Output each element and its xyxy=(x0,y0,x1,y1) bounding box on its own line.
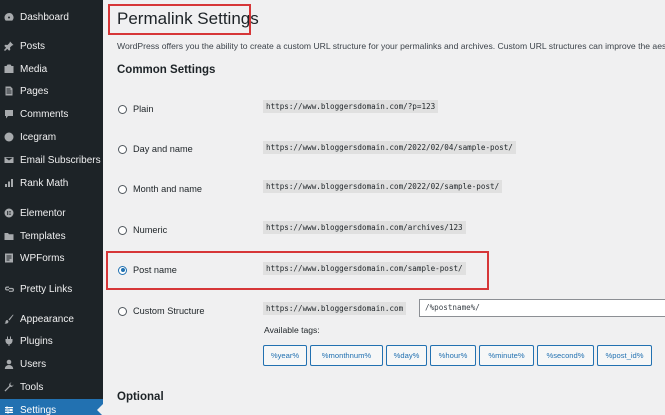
sidebar-item-label: Rank Math xyxy=(20,177,69,189)
example-url-plain: https://www.bloggersdomain.com/?p=123 xyxy=(263,100,439,113)
sidebar-item-label: Email Subscribers xyxy=(20,154,101,166)
tag-button-post-id[interactable]: %post_id% xyxy=(597,345,652,366)
sidebar-item-label: Appearance xyxy=(20,313,74,325)
sidebar-item-users[interactable]: Users xyxy=(0,353,103,375)
sidebar-item-label: Plugins xyxy=(20,335,53,347)
option-day-and-name[interactable]: Day and name xyxy=(118,141,193,157)
sidebar-item-appearance[interactable]: Appearance xyxy=(0,308,103,330)
page-title: Permalink Settings xyxy=(117,9,259,28)
example-url-month-and-name: https://www.bloggersdomain.com/2022/02/s… xyxy=(263,180,503,193)
option-month-and-name[interactable]: Month and name xyxy=(118,181,202,197)
option-label: Plain xyxy=(133,104,154,114)
tag-button-hour[interactable]: %hour% xyxy=(430,345,476,366)
link-icon xyxy=(4,284,14,294)
main-content: Permalink Settings WordPress offers you … xyxy=(103,0,665,415)
email-icon xyxy=(4,155,14,165)
example-url-day-and-name: https://www.bloggersdomain.com/2022/02/0… xyxy=(263,141,516,154)
comment-icon xyxy=(4,109,14,119)
custom-structure-base-url: https://www.bloggersdomain.com xyxy=(263,302,407,315)
page-icon xyxy=(4,86,14,96)
sidebar-item-posts[interactable]: Posts xyxy=(0,35,103,57)
sidebar-item-wpforms[interactable]: WPForms xyxy=(0,247,103,269)
option-label: Numeric xyxy=(133,225,168,235)
wrench-icon xyxy=(4,382,14,392)
intro-text: WordPress offers you the ability to crea… xyxy=(117,41,665,51)
sidebar-item-icegram[interactable]: Icegram xyxy=(0,126,103,148)
tag-button-second[interactable]: %second% xyxy=(537,345,594,366)
admin-sidebar: Dashboard Posts Media Pages Comments Ice… xyxy=(0,0,103,415)
example-url-numeric: https://www.bloggersdomain.com/archives/… xyxy=(263,221,466,234)
sidebar-item-label: Comments xyxy=(20,108,69,120)
sidebar-item-label: Media xyxy=(20,63,48,75)
optional-heading: Optional xyxy=(117,391,164,403)
available-tags: %year% %monthnum% %day% %hour% %minute% … xyxy=(263,345,655,366)
plugin-icon xyxy=(4,336,14,346)
sidebar-item-label: Elementor xyxy=(20,207,66,219)
dashboard-icon xyxy=(4,12,14,22)
option-label: Month and name xyxy=(133,184,202,194)
sidebar-item-pages[interactable]: Pages xyxy=(0,80,103,102)
sidebar-item-pretty-links[interactable]: Pretty Links xyxy=(0,278,103,300)
sidebar-item-label: Posts xyxy=(20,40,46,52)
media-icon xyxy=(4,64,14,74)
sidebar-item-label: WPForms xyxy=(20,252,65,264)
tag-button-year[interactable]: %year% xyxy=(263,345,307,366)
sidebar-item-tools[interactable]: Tools xyxy=(0,376,103,398)
option-custom-structure[interactable]: Custom Structure xyxy=(118,303,204,319)
custom-structure-input[interactable]: /%postname%/ xyxy=(419,299,665,317)
folder-icon xyxy=(4,231,14,241)
sidebar-item-settings[interactable]: Settings xyxy=(0,399,103,415)
option-label: Post name xyxy=(133,265,177,275)
sidebar-item-email-subscribers[interactable]: Email Subscribers xyxy=(0,149,103,171)
settings-icon xyxy=(4,405,14,415)
icegram-icon xyxy=(4,132,14,142)
example-url-post-name: https://www.bloggersdomain.com/sample-po… xyxy=(263,262,466,275)
option-post-name[interactable]: Post name xyxy=(118,262,177,278)
sidebar-item-templates[interactable]: Templates xyxy=(0,225,103,247)
option-numeric[interactable]: Numeric xyxy=(118,222,167,238)
sidebar-item-rank-math[interactable]: Rank Math xyxy=(0,172,103,194)
available-tags-label: Available tags: xyxy=(264,325,320,335)
chart-icon xyxy=(4,178,14,188)
option-label: Custom Structure xyxy=(133,306,205,316)
forms-icon xyxy=(4,253,14,263)
tag-button-monthnum[interactable]: %monthnum% xyxy=(310,345,383,366)
tag-button-minute[interactable]: %minute% xyxy=(479,345,534,366)
sidebar-item-label: Dashboard xyxy=(20,11,69,23)
sidebar-item-label: Templates xyxy=(20,230,66,242)
tag-button-day[interactable]: %day% xyxy=(386,345,427,366)
sidebar-item-label: Users xyxy=(20,358,47,370)
elementor-icon xyxy=(4,208,14,218)
radio-day-and-name[interactable] xyxy=(118,144,127,154)
option-plain[interactable]: Plain xyxy=(118,101,153,117)
sidebar-item-plugins[interactable]: Plugins xyxy=(0,330,103,352)
radio-plain[interactable] xyxy=(118,104,127,114)
sidebar-item-label: Tools xyxy=(20,381,44,393)
radio-numeric[interactable] xyxy=(118,225,127,235)
radio-post-name[interactable] xyxy=(118,265,127,275)
sidebar-item-dashboard[interactable]: Dashboard xyxy=(0,6,103,28)
brush-icon xyxy=(4,314,14,324)
option-label: Day and name xyxy=(133,144,193,154)
common-settings-heading: Common Settings xyxy=(117,64,216,76)
sidebar-item-label: Icegram xyxy=(20,131,57,143)
sidebar-item-media[interactable]: Media xyxy=(0,58,103,80)
sidebar-item-label: Settings xyxy=(20,404,57,415)
radio-custom-structure[interactable] xyxy=(118,306,127,316)
radio-month-and-name[interactable] xyxy=(118,184,127,194)
sidebar-item-label: Pretty Links xyxy=(20,283,73,295)
sidebar-item-label: Pages xyxy=(20,85,49,97)
user-icon xyxy=(4,359,14,369)
pin-icon xyxy=(4,41,14,51)
sidebar-item-elementor[interactable]: Elementor xyxy=(0,202,103,224)
sidebar-item-comments[interactable]: Comments xyxy=(0,103,103,125)
